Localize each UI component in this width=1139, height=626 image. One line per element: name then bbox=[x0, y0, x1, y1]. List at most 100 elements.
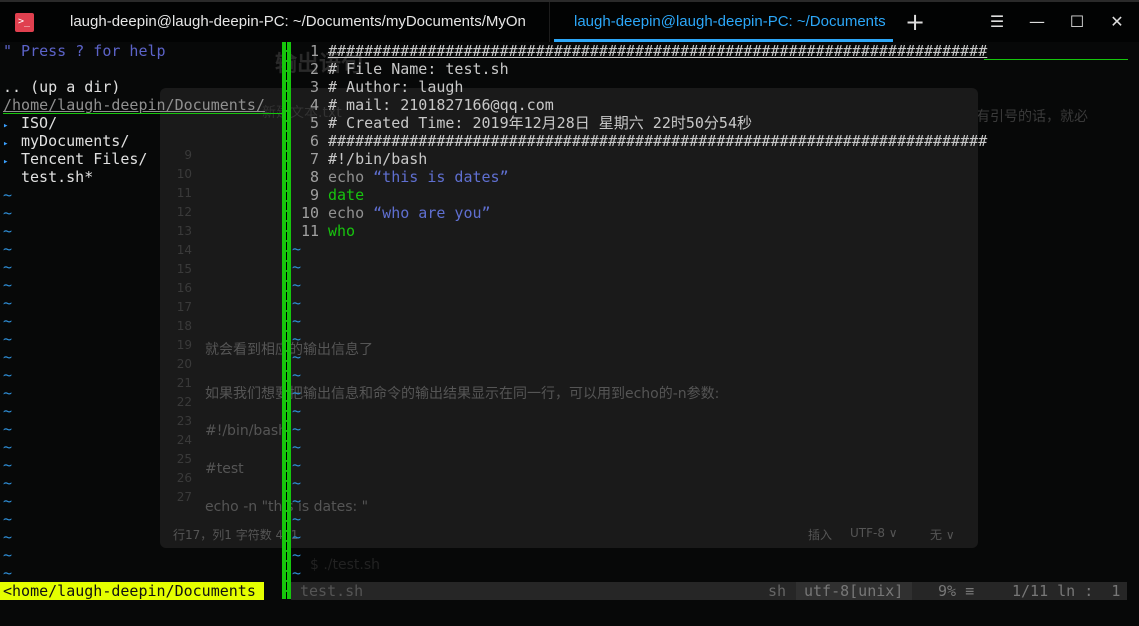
empty-line-tilde: ~ bbox=[292, 366, 302, 384]
empty-line-tilde: ~ bbox=[3, 366, 13, 384]
empty-line-tilde: ~ bbox=[3, 294, 13, 312]
empty-line-tilde: ~ bbox=[3, 492, 13, 510]
code-token: ########################################… bbox=[328, 42, 988, 60]
code-line: 2 # File Name: test.sh bbox=[292, 60, 509, 78]
empty-line-tilde: ~ bbox=[292, 402, 302, 420]
empty-line-tilde: ~ bbox=[3, 402, 13, 420]
empty-line-tilde: ~ bbox=[3, 528, 13, 546]
empty-line-tilde: ~ bbox=[3, 186, 13, 204]
line-number: 4 bbox=[309, 96, 319, 114]
line-number: 3 bbox=[309, 78, 319, 96]
close-icon[interactable]: ✕ bbox=[1102, 2, 1132, 42]
empty-line-tilde: ~ bbox=[292, 312, 302, 330]
code-token: date bbox=[328, 186, 365, 204]
empty-line-tilde: ~ bbox=[292, 330, 302, 348]
up-dir[interactable]: .. (up a dir) bbox=[3, 78, 120, 96]
empty-line-tilde: ~ bbox=[3, 510, 13, 528]
empty-line-tilde: ~ bbox=[292, 564, 302, 582]
code-token: #!/bin/bash bbox=[328, 150, 428, 168]
code-token: ########################################… bbox=[328, 132, 988, 150]
tree-item-name: test.sh* bbox=[21, 168, 94, 186]
maximize-icon[interactable]: ☐ bbox=[1062, 2, 1092, 42]
code-line: 6 #######################################… bbox=[292, 132, 987, 150]
cursorline bbox=[984, 59, 1128, 60]
tree-item[interactable]: ▸ ISO/ bbox=[3, 114, 57, 132]
code-token: # Author: laugh bbox=[328, 78, 464, 96]
line-number: 2 bbox=[309, 60, 319, 78]
tree-item-name: Tencent Files/ bbox=[21, 150, 148, 168]
code-line: 5 # Created Time: 2019年12月28日 星期六 22时50分5… bbox=[292, 114, 752, 132]
code-line: 3 # Author: laugh bbox=[292, 78, 464, 96]
line-number: 7 bbox=[309, 150, 319, 168]
tree-item[interactable]: ▸ myDocuments/ bbox=[3, 132, 129, 150]
line-number: 9 bbox=[309, 186, 319, 204]
editor-pane[interactable]: 1 #######################################… bbox=[292, 42, 1139, 582]
empty-line-tilde: ~ bbox=[292, 348, 302, 366]
code-line: 4 # mail: 2101827166@qq.com bbox=[292, 96, 554, 114]
minimize-icon[interactable]: — bbox=[1022, 2, 1052, 42]
empty-line-tilde: ~ bbox=[3, 348, 13, 366]
empty-line-tilde: ~ bbox=[292, 276, 302, 294]
empty-line-tilde: ~ bbox=[3, 330, 13, 348]
line-number: 11 bbox=[300, 222, 319, 240]
code-line: 7 #!/bin/bash bbox=[292, 150, 427, 168]
code-token: “this is dates” bbox=[373, 168, 509, 186]
window-split-divider[interactable] bbox=[282, 42, 291, 599]
terminal-app-icon: >_ bbox=[15, 13, 34, 32]
line-number: 8 bbox=[309, 168, 319, 186]
empty-line-tilde: ~ bbox=[292, 510, 302, 528]
tree-item-name: ISO/ bbox=[21, 114, 58, 132]
tab-1[interactable]: laugh-deepin@laugh-deepin-PC: ~/Document… bbox=[50, 2, 550, 42]
status-encoding: utf-8[unix] bbox=[796, 582, 912, 600]
code-token: # mail: 2101827166@qq.com bbox=[328, 96, 554, 114]
code-line: 11 who bbox=[292, 222, 355, 240]
nerdtree-status: <home/laugh-deepin/Documents bbox=[0, 582, 264, 600]
code-token: who bbox=[328, 222, 356, 240]
empty-line-tilde: ~ bbox=[3, 222, 13, 240]
status-percent: 9% ≡ bbox=[938, 582, 975, 600]
code-token: echo bbox=[328, 204, 374, 222]
title-bar: >_ laugh-deepin@laugh-deepin-PC: ~/Docum… bbox=[0, 0, 1139, 42]
empty-line-tilde: ~ bbox=[3, 258, 13, 276]
empty-line-tilde: ~ bbox=[3, 546, 13, 564]
empty-line-tilde: ~ bbox=[3, 438, 13, 456]
empty-line-tilde: ~ bbox=[3, 276, 13, 294]
nerdtree-pane: " Press ? for help .. (up a dir) /home/l… bbox=[0, 42, 282, 582]
tree-item-name: myDocuments/ bbox=[21, 132, 130, 150]
tree-item[interactable]: test.sh* bbox=[3, 168, 93, 186]
empty-line-tilde: ~ bbox=[3, 204, 13, 222]
tree-item[interactable]: ▸ Tencent Files/ bbox=[3, 150, 147, 168]
empty-line-tilde: ~ bbox=[292, 456, 302, 474]
empty-line-tilde: ~ bbox=[3, 312, 13, 330]
status-filetype: sh bbox=[768, 582, 787, 600]
help-text: " Press ? for help bbox=[3, 42, 166, 60]
tab-2-active[interactable]: laugh-deepin@laugh-deepin-PC: ~/Document… bbox=[554, 2, 893, 42]
empty-line-tilde: ~ bbox=[3, 240, 13, 258]
code-token: “who are you” bbox=[373, 204, 491, 222]
empty-line-tilde: ~ bbox=[292, 384, 302, 402]
menu-icon[interactable]: ☰ bbox=[982, 2, 1012, 42]
empty-line-tilde: ~ bbox=[3, 456, 13, 474]
line-number: 1 bbox=[309, 42, 319, 60]
code-line: 10 echo “who are you” bbox=[292, 204, 491, 222]
line-number: 10 bbox=[300, 204, 319, 222]
code-line: 9 date bbox=[292, 186, 364, 204]
empty-line-tilde: ~ bbox=[3, 564, 13, 582]
line-number: 5 bbox=[309, 114, 319, 132]
empty-line-tilde: ~ bbox=[292, 492, 302, 510]
empty-line-tilde: ~ bbox=[292, 474, 302, 492]
code-token: echo bbox=[328, 168, 374, 186]
current-dir[interactable]: /home/laugh-deepin/Documents/ bbox=[3, 96, 282, 114]
code-token: # Created Time: 2019年12月28日 星期六 22时50分54… bbox=[328, 114, 752, 132]
code-token: # File Name: test.sh bbox=[328, 60, 509, 78]
empty-line-tilde: ~ bbox=[292, 240, 302, 258]
line-number: 6 bbox=[309, 132, 319, 150]
new-tab-button[interactable]: + bbox=[900, 2, 930, 42]
empty-line-tilde: ~ bbox=[3, 420, 13, 438]
code-line: 8 echo “this is dates” bbox=[292, 168, 509, 186]
empty-line-tilde: ~ bbox=[3, 474, 13, 492]
empty-line-tilde: ~ bbox=[292, 546, 302, 564]
empty-line-tilde: ~ bbox=[292, 258, 302, 276]
status-filename: test.sh bbox=[300, 582, 364, 600]
status-position: 1/11 ln : 1 bbox=[1012, 582, 1121, 600]
